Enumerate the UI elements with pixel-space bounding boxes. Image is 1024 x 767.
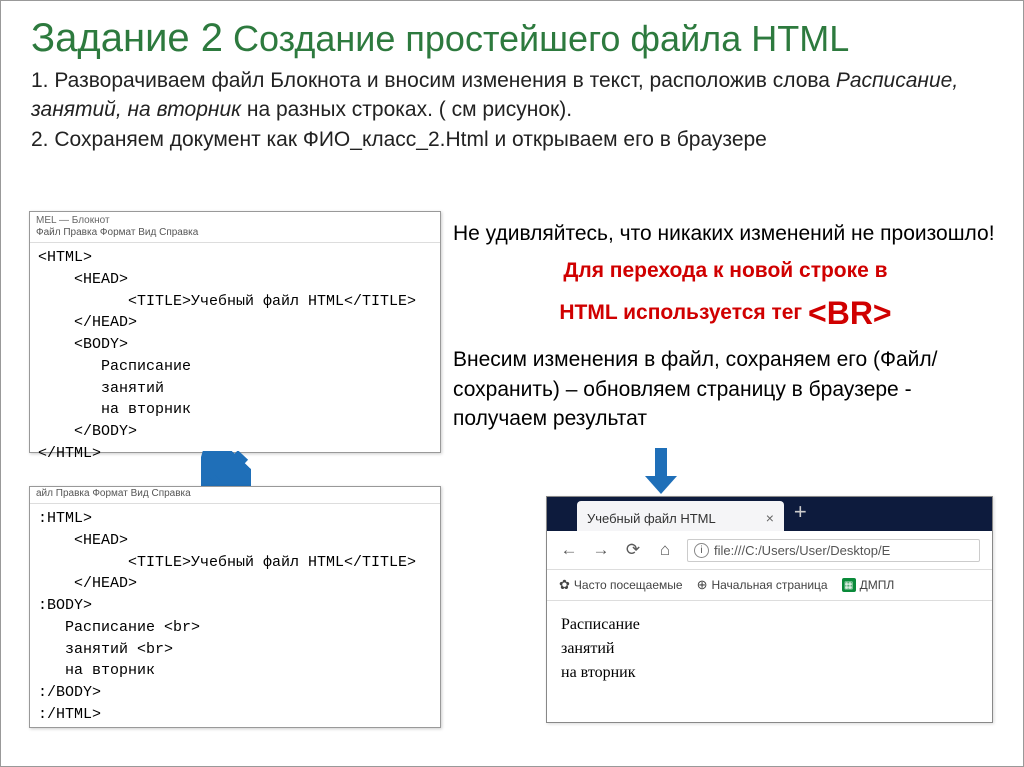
br-tag: <BR> <box>808 295 892 331</box>
notepad-window-1: MEL — Блокнот Файл Правка Формат Вид Спр… <box>29 211 441 453</box>
notepad-content: <HTML> <HEAD> <TITLE>Учебный файл HTML</… <box>30 243 440 469</box>
bookmark-dmpl[interactable]: ▦ ДМПЛ <box>842 578 895 592</box>
browser-toolbar: ← → ⟳ ⌂ i file:///C:/Users/User/Desktop/… <box>547 531 992 570</box>
page-line-3: на вторник <box>561 661 978 685</box>
notepad-content-2: :HTML> <HEAD> <TITLE>Учебный файл HTML</… <box>30 504 440 730</box>
notepad-titlebar: MEL — Блокнот <box>30 212 440 226</box>
url-bar[interactable]: i file:///C:/Users/User/Desktop/E <box>687 539 980 562</box>
forward-icon[interactable]: → <box>591 540 611 560</box>
title-prefix: Задание 2 <box>31 16 223 60</box>
notepad-window-2: айл Правка Формат Вид Справка :HTML> <HE… <box>29 486 441 728</box>
browser-tab[interactable]: Учебный файл HTML × <box>577 501 784 531</box>
instructions-block: 1. Разворачиваем файл Блокнота и вносим … <box>1 66 1023 154</box>
highlight-text: Для перехода к новой строке в HTML испол… <box>453 254 998 339</box>
gear-icon: ✿ <box>559 577 570 593</box>
new-tab-button[interactable]: + <box>784 497 817 531</box>
home-icon[interactable]: ⌂ <box>655 540 675 560</box>
title-main: Создание простейшего файла HTML <box>233 18 849 59</box>
arrow-down-icon <box>641 446 681 496</box>
explanation-block: Не удивляйтесь, что никаких изменений не… <box>453 219 998 433</box>
url-text: file:///C:/Users/User/Desktop/E <box>714 543 890 558</box>
explanation-para2: Внесим изменения в файл, сохраняем его (… <box>453 345 998 433</box>
bookmark-start[interactable]: ⊕ Начальная страница <box>697 577 828 593</box>
explanation-para1: Не удивляйтесь, что никаких изменений не… <box>453 219 998 248</box>
browser-tabbar: Учебный файл HTML × + <box>547 497 992 531</box>
back-icon[interactable]: ← <box>559 540 579 560</box>
sheet-icon: ▦ <box>842 578 856 592</box>
notepad-menubar: Файл Правка Формат Вид Справка <box>30 226 440 243</box>
reload-icon[interactable]: ⟳ <box>623 540 643 560</box>
notepad-menubar-2: айл Правка Формат Вид Справка <box>30 487 440 504</box>
bookmark-frequent[interactable]: ✿ Часто посещаемые <box>559 577 683 593</box>
info-icon[interactable]: i <box>694 543 709 558</box>
browser-page-content: Расписание занятий на вторник <box>547 601 992 697</box>
globe-icon: ⊕ <box>697 577 708 593</box>
tab-title: Учебный файл HTML <box>587 511 716 526</box>
browser-window: Учебный файл HTML × + ← → ⟳ ⌂ i file:///… <box>546 496 993 723</box>
page-line-2: занятий <box>561 637 978 661</box>
close-icon[interactable]: × <box>766 510 774 526</box>
slide-title: Задание 2 Создание простейшего файла HTM… <box>1 1 1023 66</box>
page-line-1: Расписание <box>561 613 978 637</box>
instruction-2: 2. Сохраняем документ как ФИО_класс_2.Ht… <box>31 125 993 154</box>
instruction-1: 1. Разворачиваем файл Блокнота и вносим … <box>31 66 993 125</box>
bookmarks-bar: ✿ Часто посещаемые ⊕ Начальная страница … <box>547 570 992 601</box>
